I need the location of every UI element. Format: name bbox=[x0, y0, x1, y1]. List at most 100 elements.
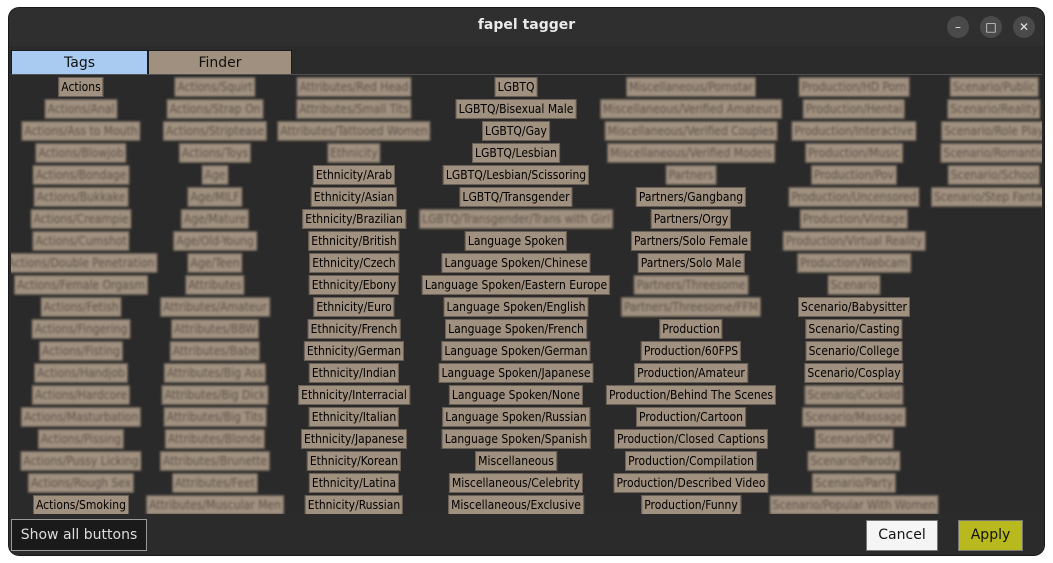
tag-button[interactable]: Partners/Gangbang bbox=[635, 187, 747, 207]
tag-button[interactable]: Production/Compilation bbox=[625, 451, 757, 471]
tag-button[interactable]: Scenario/Cuckold bbox=[804, 385, 904, 405]
tag-button[interactable]: Scenario/Massage bbox=[802, 407, 906, 427]
tag-button[interactable]: Actions/Squirt bbox=[174, 77, 256, 97]
tag-button[interactable]: Production/Described Video bbox=[613, 473, 769, 493]
tag-button[interactable]: Ethnicity bbox=[327, 143, 381, 163]
tag-button[interactable]: Language Spoken/Japanese bbox=[438, 363, 594, 383]
tag-button[interactable]: Actions/Blowjob bbox=[35, 143, 127, 163]
tag-button[interactable]: Attributes/Brunette bbox=[159, 451, 271, 471]
tag-button[interactable]: Production/HD Porn bbox=[798, 77, 910, 97]
tag-button[interactable]: Attributes/Babe bbox=[169, 341, 261, 361]
tag-button[interactable]: Scenario/Party bbox=[811, 473, 897, 493]
tag-button[interactable]: Production/Uncensored bbox=[788, 187, 920, 207]
tag-button[interactable]: Production/Cartoon bbox=[636, 407, 746, 427]
tag-button[interactable]: Ethnicity/British bbox=[308, 231, 400, 251]
tag-button[interactable]: Age/Mature bbox=[180, 209, 250, 229]
tag-button[interactable]: Production/Amateur bbox=[634, 363, 748, 383]
tag-button[interactable]: Scenario/Reality bbox=[947, 99, 1041, 119]
tag-button[interactable]: Scenario/Step Fantasy bbox=[930, 187, 1042, 207]
tag-button[interactable]: Actions/Rough Sex bbox=[27, 473, 135, 493]
tag-button[interactable]: Age/Old-Young bbox=[173, 231, 257, 251]
tag-button[interactable]: Attributes/Small Tits bbox=[296, 99, 412, 119]
tag-button[interactable]: Attributes/Tattooed Women bbox=[277, 121, 431, 141]
tag-button[interactable]: Ethnicity/Arab bbox=[312, 165, 396, 185]
tag-button[interactable]: Scenario/Parody bbox=[807, 451, 901, 471]
tag-button[interactable]: Miscellaneous/Pornstar bbox=[626, 77, 756, 97]
tag-button[interactable]: Language Spoken/English bbox=[443, 297, 589, 317]
tag-button[interactable]: Production/60FPS bbox=[640, 341, 742, 361]
tag-button[interactable]: Scenario/School bbox=[947, 165, 1041, 185]
tag-button[interactable]: Scenario/Casting bbox=[805, 319, 903, 339]
tag-button[interactable]: Actions/Anal bbox=[44, 99, 118, 119]
tab-tags[interactable]: Tags bbox=[11, 50, 148, 74]
tag-button[interactable]: Scenario/POV bbox=[814, 429, 894, 449]
tag-button[interactable]: Actions/Pussy Licking bbox=[20, 451, 142, 471]
tag-button[interactable]: Language Spoken bbox=[464, 231, 568, 251]
tag-button[interactable]: Ethnicity/German bbox=[303, 341, 405, 361]
tag-button[interactable]: Production/Funny bbox=[641, 495, 741, 515]
tag-button[interactable]: Partners/Orgy bbox=[650, 209, 732, 229]
tag-button[interactable]: LGBTQ/Bisexual Male bbox=[455, 99, 577, 119]
tag-button[interactable]: Production/Virtual Reality bbox=[782, 231, 926, 251]
tag-button[interactable]: Age bbox=[201, 165, 229, 185]
tag-button[interactable]: Partners bbox=[665, 165, 717, 185]
tag-button[interactable]: LGBTQ/Lesbian bbox=[472, 143, 560, 163]
tag-button[interactable]: Attributes bbox=[185, 275, 245, 295]
tag-button[interactable]: Ethnicity/Indian bbox=[308, 363, 400, 383]
tag-button[interactable]: Ethnicity/Interracial bbox=[298, 385, 410, 405]
tag-button[interactable]: Production/Pov bbox=[810, 165, 898, 185]
tag-button[interactable]: Attributes/Feet bbox=[172, 473, 258, 493]
tag-button[interactable]: Actions/Handjob bbox=[34, 363, 128, 383]
tag-button[interactable]: Actions/Fisting bbox=[39, 341, 123, 361]
tag-button[interactable]: LGBTQ/Transgender bbox=[459, 187, 573, 207]
tag-button[interactable]: Miscellaneous/Verified Models bbox=[607, 143, 775, 163]
tag-button[interactable]: LGBTQ bbox=[494, 77, 538, 97]
tag-button[interactable]: Language Spoken/German bbox=[441, 341, 591, 361]
tag-button[interactable]: Age/MILF bbox=[187, 187, 243, 207]
tag-button[interactable]: Attributes/Big Dick bbox=[161, 385, 269, 405]
tag-button[interactable]: Language Spoken/Spanish bbox=[441, 429, 591, 449]
tag-button[interactable]: Ethnicity/Czech bbox=[309, 253, 399, 273]
tag-button[interactable]: Attributes/Muscular Men bbox=[146, 495, 284, 515]
tag-button[interactable]: Actions/Cumshot bbox=[32, 231, 130, 251]
tag-button[interactable]: Actions bbox=[58, 77, 104, 97]
tag-button[interactable]: Scenario/Cosplay bbox=[804, 363, 904, 383]
tag-button[interactable]: Production/Webcam bbox=[797, 253, 911, 273]
tag-button[interactable]: Actions/Hardcore bbox=[31, 385, 131, 405]
tag-button[interactable]: Miscellaneous/Exclusive bbox=[448, 495, 584, 515]
tag-button[interactable]: Language Spoken/None bbox=[448, 385, 584, 405]
tag-button[interactable]: LGBTQ/Transgender/Trans with Girl bbox=[419, 209, 613, 229]
tag-button[interactable]: Actions/Smoking bbox=[33, 495, 129, 515]
tag-button[interactable]: Language Spoken/Russian bbox=[442, 407, 590, 427]
tag-button[interactable]: Scenario/Role Play bbox=[941, 121, 1042, 141]
tag-button[interactable]: Partners/Solo Female bbox=[631, 231, 751, 251]
tag-button[interactable]: Actions/Female Orgasm bbox=[14, 275, 148, 295]
tag-button[interactable]: Scenario/Babysitter bbox=[797, 297, 911, 317]
apply-button[interactable]: Apply bbox=[958, 520, 1023, 551]
tag-button[interactable]: Language Spoken/French bbox=[445, 319, 587, 339]
tag-button[interactable]: Scenario/College bbox=[805, 341, 903, 361]
tag-button[interactable]: Ethnicity/Brazilian bbox=[302, 209, 406, 229]
close-icon[interactable]: ✕ bbox=[1013, 16, 1035, 38]
tag-button[interactable]: Partners/Solo Male bbox=[637, 253, 745, 273]
tag-button[interactable]: Actions/Bukkake bbox=[33, 187, 129, 207]
maximize-icon[interactable]: □ bbox=[980, 16, 1002, 38]
tag-button[interactable]: Miscellaneous bbox=[475, 451, 557, 471]
tag-button[interactable]: Actions/Toys bbox=[178, 143, 252, 163]
tag-button[interactable]: Actions/Striptease bbox=[162, 121, 268, 141]
tag-button[interactable]: Language Spoken/Eastern Europe bbox=[421, 275, 611, 295]
tag-button[interactable]: Ethnicity/Russian bbox=[304, 495, 404, 515]
tag-button[interactable]: Ethnicity/Euro bbox=[313, 297, 395, 317]
tag-button[interactable]: Ethnicity/Italian bbox=[308, 407, 400, 427]
minimize-icon[interactable]: – bbox=[947, 16, 969, 38]
tag-button[interactable]: LGBTQ/Gay bbox=[482, 121, 550, 141]
tag-button[interactable]: Scenario/Public bbox=[949, 77, 1039, 97]
tag-button[interactable]: Production/Closed Captions bbox=[613, 429, 769, 449]
tag-button[interactable]: Miscellaneous/Verified Amateurs bbox=[600, 99, 782, 119]
tag-button[interactable]: Scenario/Popular With Women bbox=[769, 495, 939, 515]
tag-button[interactable]: Attributes/Blonde bbox=[164, 429, 266, 449]
tag-button[interactable]: Production/Hentai bbox=[802, 99, 906, 119]
tag-button[interactable]: Production/Behind The Scenes bbox=[605, 385, 777, 405]
tag-button[interactable]: Partners/Threesome bbox=[633, 275, 749, 295]
tag-button[interactable]: Actions/Fingering bbox=[31, 319, 131, 339]
